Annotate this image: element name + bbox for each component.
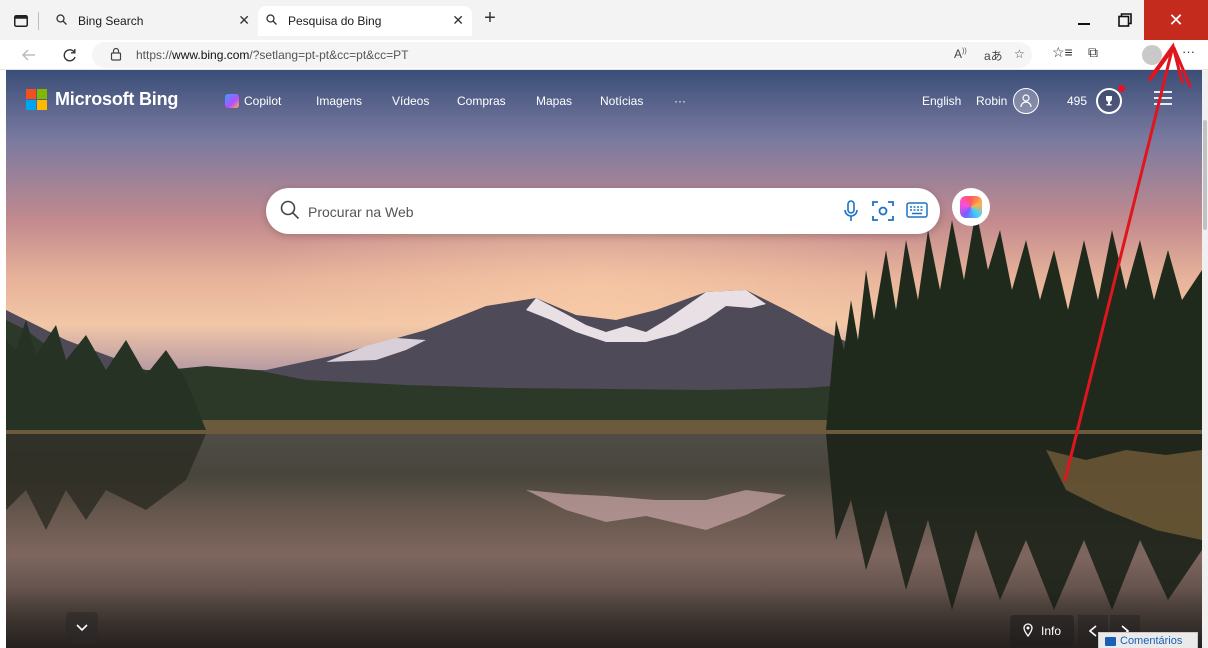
search-icon bbox=[280, 200, 300, 225]
info-button[interactable]: Info bbox=[1010, 615, 1074, 647]
refresh-button[interactable] bbox=[58, 44, 80, 66]
nav-imagens[interactable]: Imagens bbox=[316, 94, 362, 108]
chevron-down-icon bbox=[76, 624, 88, 632]
refresh-icon bbox=[63, 48, 76, 61]
microphone-icon[interactable] bbox=[844, 200, 858, 227]
nav-more[interactable]: ··· bbox=[674, 94, 686, 108]
search-icon bbox=[266, 14, 282, 28]
read-aloud-icon[interactable]: A)) bbox=[954, 47, 967, 61]
close-tab-icon[interactable]: ✕ bbox=[452, 12, 464, 29]
minimize-icon bbox=[1078, 23, 1090, 25]
add-favorite-icon[interactable]: ☆ bbox=[1014, 47, 1025, 61]
feedback-label: Comentários bbox=[1120, 635, 1183, 647]
tab-bing-search[interactable]: Bing Search ✕ bbox=[48, 6, 258, 36]
url-text[interactable]: https://www.bing.com/?setlang=pt-pt&cc=p… bbox=[136, 48, 409, 62]
close-tab-icon[interactable]: ✕ bbox=[238, 12, 250, 29]
microsoft-logo-icon bbox=[26, 89, 47, 110]
nav-mapas[interactable]: Mapas bbox=[536, 94, 572, 108]
chat-icon bbox=[1105, 636, 1116, 646]
rewards-points[interactable]: 495 bbox=[1067, 94, 1087, 108]
chevron-left-icon bbox=[1089, 625, 1097, 637]
translate-icon[interactable]: aあ bbox=[984, 47, 1003, 64]
keyboard-icon[interactable] bbox=[906, 202, 928, 223]
browser-window: Bing Search ✕ Pesquisa do Bing ✕ + ✕ htt… bbox=[0, 0, 1208, 648]
search-icon bbox=[56, 14, 72, 28]
notification-dot bbox=[1118, 85, 1125, 92]
restore-icon bbox=[1118, 13, 1132, 27]
copilot-icon bbox=[225, 94, 239, 108]
nav-compras[interactable]: Compras bbox=[457, 94, 506, 108]
minimize-button[interactable] bbox=[1062, 0, 1106, 40]
user-icon[interactable] bbox=[1013, 88, 1039, 114]
feedback-button[interactable]: Comentários bbox=[1098, 632, 1198, 648]
back-button[interactable] bbox=[18, 44, 40, 66]
favorites-icon[interactable]: ☆≡ bbox=[1052, 44, 1073, 61]
scrollbar-thumb[interactable] bbox=[1203, 120, 1207, 230]
language-link[interactable]: English bbox=[922, 94, 961, 108]
user-name[interactable]: Robin bbox=[976, 94, 1007, 108]
brand-name: Microsoft Bing bbox=[55, 89, 179, 109]
scroll-down-button[interactable] bbox=[66, 612, 98, 644]
profile-avatar[interactable] bbox=[1142, 45, 1162, 65]
nav-copilot[interactable]: Copilot bbox=[244, 94, 281, 108]
copilot-logo-icon bbox=[960, 196, 982, 218]
tab-title: Bing Search bbox=[78, 14, 144, 28]
url-scheme: https:// bbox=[136, 48, 173, 62]
bing-homepage: Microsoft Bing Copilot Imagens Vídeos Co… bbox=[6, 70, 1202, 648]
hamburger-menu-icon[interactable] bbox=[1154, 90, 1172, 111]
bing-logo[interactable]: Microsoft Bing bbox=[26, 89, 178, 110]
tab-actions-button[interactable] bbox=[6, 10, 36, 32]
more-options-icon[interactable]: ··· bbox=[1182, 44, 1195, 59]
collections-icon[interactable]: ⧉ bbox=[1088, 44, 1098, 61]
tab-separator bbox=[38, 12, 39, 30]
landscape-illustration bbox=[6, 210, 1202, 648]
location-pin-icon bbox=[1023, 622, 1033, 640]
info-label: Info bbox=[1040, 624, 1061, 638]
trophy-icon[interactable] bbox=[1096, 88, 1122, 114]
search-box[interactable] bbox=[266, 188, 940, 234]
browser-toolbar: https://www.bing.com/?setlang=pt-pt&cc=p… bbox=[0, 40, 1208, 70]
url-path: /?setlang=pt-pt&cc=pt&cc=PT bbox=[249, 48, 409, 62]
nav-noticias[interactable]: Notícias bbox=[600, 94, 643, 108]
nav-videos[interactable]: Vídeos bbox=[392, 94, 429, 108]
tab-actions-icon bbox=[14, 15, 28, 27]
restore-button[interactable] bbox=[1106, 0, 1144, 40]
tab-pesquisa-do-bing[interactable]: Pesquisa do Bing ✕ bbox=[258, 6, 472, 36]
arrow-left-icon bbox=[22, 49, 35, 61]
address-bar[interactable]: https://www.bing.com/?setlang=pt-pt&cc=p… bbox=[92, 42, 1032, 68]
lock-icon bbox=[110, 47, 122, 66]
tab-strip: Bing Search ✕ Pesquisa do Bing ✕ + ✕ bbox=[0, 0, 1208, 40]
close-window-button[interactable]: ✕ bbox=[1144, 0, 1208, 40]
url-host: www.bing.com bbox=[172, 48, 250, 62]
search-input[interactable] bbox=[308, 202, 788, 222]
copilot-button[interactable] bbox=[952, 188, 990, 226]
new-tab-button[interactable]: + bbox=[478, 7, 502, 30]
tab-title: Pesquisa do Bing bbox=[288, 14, 382, 28]
visual-search-icon[interactable] bbox=[872, 200, 894, 227]
